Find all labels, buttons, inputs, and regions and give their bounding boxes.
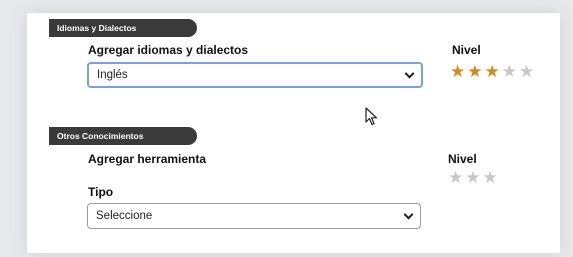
type-select[interactable]: Seleccione (87, 203, 421, 229)
add-languages-label: Agregar idiomas y dialectos (88, 43, 249, 57)
language-select-value: Inglés (97, 69, 128, 81)
star-icon[interactable]: ★ (467, 64, 482, 81)
type-select-value: Seleccione (96, 210, 153, 222)
section-tab-idiomas: Idiomas y Dialectos (49, 19, 197, 37)
language-select[interactable]: Inglés (87, 62, 423, 88)
star-icon[interactable]: ★ (485, 64, 500, 81)
tool-level-rating[interactable]: ★ ★ ★ (448, 170, 498, 187)
star-icon[interactable]: ★ (519, 64, 534, 81)
language-level-rating[interactable]: ★ ★ ★ ★ ★ (450, 64, 534, 81)
star-icon[interactable]: ★ (465, 170, 480, 187)
add-tool-label: Agregar herramienta (88, 152, 207, 166)
form-panel: Idiomas y Dialectos Agregar idiomas y di… (27, 13, 560, 253)
chevron-down-icon (403, 209, 414, 220)
language-level-label: Nivel (452, 43, 481, 57)
chevron-down-icon (404, 68, 415, 79)
star-icon[interactable]: ★ (502, 64, 517, 81)
star-icon[interactable]: ★ (448, 170, 463, 187)
mouse-pointer-icon (365, 107, 378, 126)
star-icon[interactable]: ★ (450, 64, 465, 81)
type-label: Tipo (88, 185, 114, 199)
star-icon[interactable]: ★ (483, 170, 498, 187)
tool-level-label: Nivel (448, 152, 477, 166)
section-tab-otros: Otros Conocimientos (49, 127, 197, 145)
